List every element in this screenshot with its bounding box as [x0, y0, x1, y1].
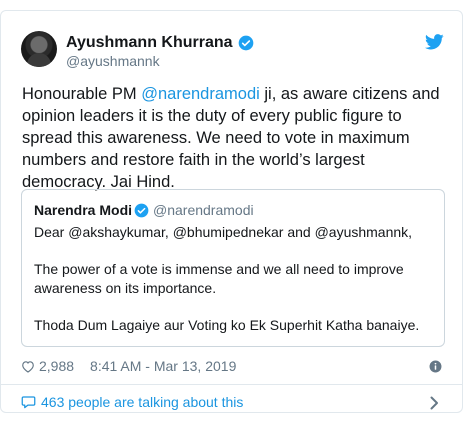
mention-link[interactable]: @narendramodi	[141, 85, 260, 103]
conversation-link[interactable]: 463 people are talking about this	[21, 387, 243, 417]
quoted-tweet[interactable]: Narendra Modi @narendramodi Dear @akshay…	[21, 189, 445, 347]
twitter-bird-icon[interactable]	[425, 34, 444, 50]
quoted-author-name: Narendra Modi	[34, 202, 133, 218]
info-icon[interactable]	[429, 360, 442, 373]
author-name[interactable]: Ayushmann Khurrana	[66, 33, 233, 52]
author-handle[interactable]: @ayushmannk	[66, 53, 160, 70]
verified-badge-icon	[134, 203, 149, 218]
talking-about-label: 463 people are talking about this	[41, 394, 244, 410]
timestamp-link[interactable]: 8:41 AM - Mar 13, 2019	[90, 358, 236, 374]
like-count[interactable]: 2,988	[39, 358, 74, 374]
avatar[interactable]	[21, 31, 57, 67]
tweet-text: Honourable PM @narendramodi ji, as aware…	[22, 83, 452, 193]
tweet-meta: 2,988 8:41 AM - Mar 13, 2019	[21, 357, 236, 375]
heart-icon[interactable]	[21, 360, 35, 373]
quoted-author-handle: @narendramodi	[153, 202, 254, 218]
quoted-paragraph: Dear @akshaykumar, @bhumipednekar and @a…	[34, 224, 413, 240]
embedded-tweet-card: Ayushmann Khurrana @ayushmannk Honourabl…	[0, 10, 463, 413]
quoted-paragraph: Thoda Dum Lagaiye aur Voting ko Ek Super…	[34, 316, 420, 333]
chevron-right-icon[interactable]	[430, 396, 439, 410]
quoted-paragraph: The power of a vote is immense and we al…	[34, 261, 404, 296]
tweet-text-part: Honourable PM	[22, 85, 142, 103]
speech-bubble-icon	[21, 396, 36, 409]
quoted-tweet-text: Dear @akshaykumar, @bhumipednekar and @a…	[34, 223, 434, 334]
divider	[1, 384, 462, 385]
verified-badge-icon	[238, 35, 254, 51]
